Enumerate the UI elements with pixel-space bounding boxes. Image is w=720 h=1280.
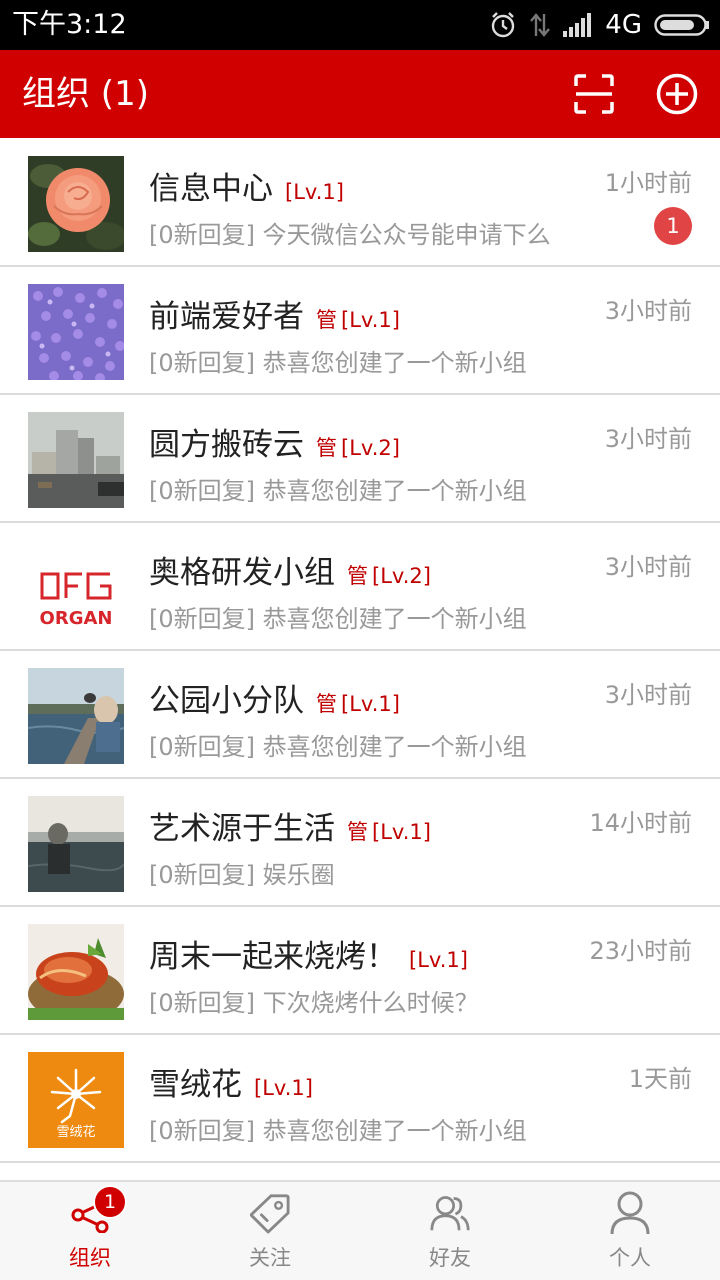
admin-tag: 管 xyxy=(316,308,337,332)
time-label: 3小时前 xyxy=(604,425,692,453)
friends-icon xyxy=(430,1190,470,1236)
level-tag: [Lv.1] xyxy=(285,180,344,204)
admin-tag: 管 xyxy=(347,564,368,588)
group-avatar-organ-logo: ORGAN xyxy=(28,540,124,636)
scan-icon xyxy=(574,74,614,114)
group-avatar-bbq xyxy=(28,924,124,1020)
group-name-line: 雪绒花 [Lv.1] xyxy=(149,1059,313,1103)
group-row[interactable]: 公园小分队 管 [Lv.1] 3小时前 [0新回复] 恭喜您创建了一个新小组 xyxy=(0,651,720,779)
level-tag: [Lv.2] xyxy=(372,564,431,588)
group-name: 雪绒花 xyxy=(149,1067,242,1103)
group-row[interactable]: 前端爱好者 管 [Lv.1] 3小时前 [0新回复] 恭喜您创建了一个新小组 xyxy=(0,267,720,395)
admin-tag: 管 xyxy=(316,436,337,460)
tab-friends[interactable]: 好友 xyxy=(360,1182,540,1280)
group-name: 奥格研发小组 xyxy=(149,555,335,591)
time-label: 3小时前 xyxy=(604,297,692,325)
tab-badge: 1 xyxy=(93,1185,127,1219)
tab-follow[interactable]: 关注 xyxy=(180,1182,360,1280)
group-row[interactable]: 周末一起来烧烤！ [Lv.1] 23小时前 [0新回复] 下次烧烤什么时候？ xyxy=(0,907,720,1035)
tab-label: 组织 xyxy=(69,1246,111,1270)
person-icon xyxy=(610,1190,650,1236)
status-bar: 下午3:12 4G xyxy=(0,0,720,50)
tab-label: 关注 xyxy=(249,1246,291,1270)
group-avatar-park xyxy=(28,668,124,764)
group-avatar-flowers xyxy=(28,284,124,380)
level-tag: [Lv.1] xyxy=(341,692,400,716)
level-tag: [Lv.1] xyxy=(254,1076,313,1100)
bottom-tab-bar: 1 组织 关注 好友 个人 xyxy=(0,1180,720,1280)
group-row[interactable]: 雪绒花 雪绒花 [Lv.1] 1天前 [0新回复] 恭喜您创建了一个新小组 xyxy=(0,1035,720,1163)
unread-badge: 1 xyxy=(654,207,692,245)
admin-tag: 管 xyxy=(347,820,368,844)
level-tag: [Lv.1] xyxy=(341,308,400,332)
network-label: 4G xyxy=(605,10,642,40)
message-preview: [0新回复] 今天微信公众号能申请下么 xyxy=(149,221,551,249)
edelweiss-logo-text: 雪绒花 xyxy=(56,1124,95,1140)
message-preview: [0新回复] 下次烧烤什么时候？ xyxy=(149,989,479,1017)
group-row[interactable]: 圆方搬砖云 管 [Lv.2] 3小时前 [0新回复] 恭喜您创建了一个新小组 xyxy=(0,395,720,523)
organ-logo-text: ORGAN xyxy=(40,608,113,629)
group-name: 公园小分队 xyxy=(149,683,304,719)
tag-icon xyxy=(250,1190,290,1236)
group-name: 圆方搬砖云 xyxy=(149,427,304,463)
group-name-line: 公园小分队 管 [Lv.1] xyxy=(149,675,400,719)
add-button[interactable] xyxy=(651,68,703,120)
group-name-line: 奥格研发小组 管 [Lv.2] xyxy=(149,547,431,591)
time-label: 23小时前 xyxy=(589,937,692,965)
group-name: 前端爱好者 xyxy=(149,299,304,335)
data-arrows-icon xyxy=(529,12,551,38)
message-preview: [0新回复] 恭喜您创建了一个新小组 xyxy=(149,477,527,505)
app-header: 组织 (1) xyxy=(0,50,720,138)
group-name: 周末一起来烧烤！ xyxy=(149,939,397,975)
tab-profile[interactable]: 个人 xyxy=(540,1182,720,1280)
tab-label: 好友 xyxy=(429,1246,471,1270)
scan-button[interactable] xyxy=(568,68,620,120)
add-circle-icon xyxy=(656,73,698,115)
group-name-line: 前端爱好者 管 [Lv.1] xyxy=(149,291,400,335)
status-time: 下午3:12 xyxy=(12,9,127,40)
group-name-line: 圆方搬砖云 管 [Lv.2] xyxy=(149,419,400,463)
message-preview: [0新回复] 恭喜您创建了一个新小组 xyxy=(149,733,527,761)
level-tag: [Lv.2] xyxy=(341,436,400,460)
message-preview: [0新回复] 恭喜您创建了一个新小组 xyxy=(149,605,527,633)
group-row[interactable]: ORGAN 奥格研发小组 管 [Lv.2] 3小时前 [0新回复] 恭喜您创建了… xyxy=(0,523,720,651)
status-icons: 4G xyxy=(489,8,710,42)
group-name-line: 信息中心 [Lv.1] xyxy=(149,163,344,207)
tab-label: 个人 xyxy=(609,1246,651,1270)
group-row[interactable]: 艺术源于生活 管 [Lv.1] 14小时前 [0新回复] 娱乐圈 xyxy=(0,779,720,907)
battery-icon xyxy=(654,12,710,38)
time-label: 1天前 xyxy=(628,1065,692,1093)
group-avatar-street xyxy=(28,412,124,508)
time-label: 3小时前 xyxy=(604,681,692,709)
group-name-line: 周末一起来烧烤！ [Lv.1] xyxy=(149,931,468,975)
group-name: 艺术源于生活 xyxy=(149,811,335,847)
page-title: 组织 (1) xyxy=(22,74,149,114)
group-row[interactable]: 信息中心 [Lv.1] 1小时前 [0新回复] 今天微信公众号能申请下么 xyxy=(0,139,720,267)
alarm-icon xyxy=(489,11,517,39)
tab-organization[interactable]: 1 组织 xyxy=(0,1182,180,1280)
group-list: 信息中心 [Lv.1] 1小时前 [0新回复] 今天微信公众号能申请下么 前端爱… xyxy=(0,139,720,1179)
group-name: 信息中心 xyxy=(149,171,273,207)
time-label: 14小时前 xyxy=(589,809,692,837)
message-preview: [0新回复] 恭喜您创建了一个新小组 xyxy=(149,1117,527,1145)
group-avatar-rose xyxy=(28,156,124,252)
group-avatar-edelweiss: 雪绒花 xyxy=(28,1052,124,1148)
level-tag: [Lv.1] xyxy=(372,820,431,844)
level-tag: [Lv.1] xyxy=(409,948,468,972)
time-label: 1小时前 xyxy=(604,169,692,197)
time-label: 3小时前 xyxy=(604,553,692,581)
group-name-line: 艺术源于生活 管 [Lv.1] xyxy=(149,803,431,847)
message-preview: [0新回复] 恭喜您创建了一个新小组 xyxy=(149,349,527,377)
signal-icon xyxy=(563,13,593,37)
admin-tag: 管 xyxy=(316,692,337,716)
message-preview: [0新回复] 娱乐圈 xyxy=(149,861,335,889)
group-avatar-river xyxy=(28,796,124,892)
